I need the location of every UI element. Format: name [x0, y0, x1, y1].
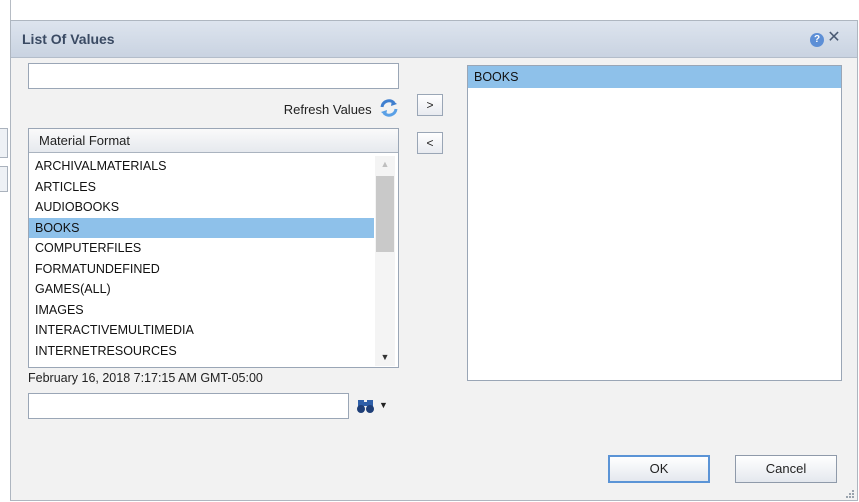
list-item[interactable]: INTERNETRESOURCES: [29, 341, 374, 362]
background-tab: [0, 166, 8, 192]
list-item[interactable]: ARTICLES: [29, 177, 374, 198]
ok-button[interactable]: OK: [608, 455, 710, 483]
available-values-list: Material Format ARCHIVALMATERIALS ARTICL…: [28, 128, 399, 368]
search-input[interactable]: [28, 63, 399, 89]
list-item[interactable]: FORMATUNDEFINED: [29, 259, 374, 280]
remove-selected-button[interactable]: <: [417, 132, 443, 154]
list-of-values-dialog: List Of Values ? ✕ Refresh Values > < Ma…: [10, 20, 858, 501]
scroll-up-arrow-icon[interactable]: ▲: [379, 159, 391, 169]
help-icon[interactable]: ?: [810, 33, 824, 47]
dialog-titlebar[interactable]: List Of Values ? ✕: [11, 21, 857, 58]
selected-values-list: BOOKS: [467, 65, 842, 381]
background-tab: [0, 128, 8, 158]
refresh-values-link[interactable]: Refresh Values: [211, 99, 399, 121]
list-item[interactable]: INTERACTIVEMULTIMEDIA: [29, 320, 374, 341]
list-item[interactable]: COMPUTERFILES: [29, 238, 374, 259]
background-divider: [10, 0, 11, 20]
dropdown-arrow-icon[interactable]: ▼: [379, 400, 389, 410]
refresh-values-label: Refresh Values: [283, 102, 372, 117]
find-input[interactable]: [28, 393, 349, 419]
list-item[interactable]: AUDIOBOOKS: [29, 197, 374, 218]
resize-grip-icon[interactable]: [845, 489, 855, 499]
scroll-down-arrow-icon[interactable]: ▼: [379, 352, 391, 362]
refresh-timestamp: February 16, 2018 7:17:15 AM GMT-05:00: [28, 371, 263, 385]
binoculars-icon[interactable]: [356, 397, 376, 415]
list-item[interactable]: ARCHIVALMATERIALS: [29, 156, 374, 177]
list-item-selected[interactable]: BOOKS: [29, 217, 374, 238]
cancel-button[interactable]: Cancel: [735, 455, 837, 483]
column-header-material-format[interactable]: Material Format: [29, 129, 398, 153]
list-item[interactable]: IMAGES: [29, 300, 374, 321]
selected-list-item[interactable]: BOOKS: [468, 66, 841, 88]
vertical-scrollbar[interactable]: ▲ ▼: [375, 156, 395, 366]
list-item[interactable]: GAMES(ALL): [29, 279, 374, 300]
available-values-rows: ARCHIVALMATERIALS ARTICLES AUDIOBOOKS BO…: [29, 156, 374, 361]
close-icon[interactable]: ✕: [826, 29, 842, 47]
dialog-title: List Of Values: [22, 31, 115, 47]
scroll-thumb[interactable]: [376, 176, 394, 252]
refresh-icon[interactable]: [379, 99, 399, 120]
add-selected-button[interactable]: >: [417, 94, 443, 116]
